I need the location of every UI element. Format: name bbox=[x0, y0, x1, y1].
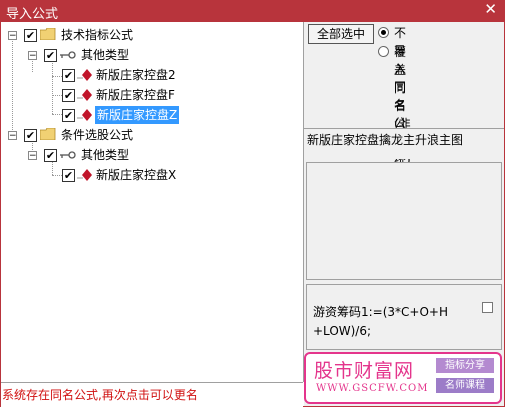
minus-expander-icon[interactable]: − bbox=[28, 151, 37, 161]
radio-dot[interactable] bbox=[378, 46, 389, 57]
formula-checkbox[interactable]: ✔ bbox=[62, 109, 75, 122]
formula-diamond-icon bbox=[77, 109, 92, 121]
tree-guide bbox=[12, 38, 13, 140]
formula-code: 游资筹码1:=(3*C+O+H +LOW)/6; bbox=[313, 303, 483, 341]
group-checkbox[interactable]: ✔ bbox=[24, 129, 37, 142]
type-checkbox[interactable]: ✔ bbox=[44, 49, 57, 62]
status-message: 系统存在同名公式,再次点击可以更名 bbox=[2, 388, 198, 402]
watermark-logo: 股市财富网 WWW.GSCFW.COM 指标分享 名师课程 bbox=[304, 352, 502, 404]
tree-node-formula[interactable]: ✔ 新版庄家控盘X bbox=[57, 166, 297, 184]
key-icon bbox=[60, 151, 76, 159]
options-panel: 全部选中 不导入同名公式 覆盖同名(非系统) 新版庄家控盘擒龙主升浪主图 游资筹… bbox=[304, 22, 504, 406]
tree-label: 条件选股公式 bbox=[61, 128, 134, 142]
tree-label: 其他类型 bbox=[81, 148, 130, 162]
tree-node-formula[interactable]: ✔ 新版庄家控盘2 bbox=[57, 66, 297, 84]
title-bar: 导入公式 ✕ bbox=[0, 0, 505, 22]
tree-label: 新版庄家控盘X bbox=[96, 168, 177, 182]
watermark-tag: 名师课程 bbox=[436, 378, 494, 393]
minus-expander-icon[interactable]: − bbox=[28, 51, 37, 61]
key-icon bbox=[60, 51, 76, 59]
formula-checkbox[interactable]: ✔ bbox=[62, 69, 75, 82]
tree-label: 技术指标公式 bbox=[61, 28, 134, 42]
code-line: 游资筹码1:=(3*C+O+H bbox=[313, 305, 449, 319]
watermark-brand: 股市财富网 bbox=[314, 360, 415, 382]
minus-expander-icon[interactable]: − bbox=[8, 31, 17, 41]
formula-checkbox[interactable]: ✔ bbox=[62, 89, 75, 102]
formula-code-area[interactable]: 游资筹码1:=(3*C+O+H +LOW)/6; bbox=[306, 284, 502, 350]
watermark-tag: 指标分享 bbox=[436, 358, 494, 373]
tree-label-selected: 新版庄家控盘Z bbox=[95, 106, 180, 124]
code-line: +LOW)/6; bbox=[313, 324, 372, 338]
formula-diamond-icon bbox=[77, 69, 92, 81]
formula-name-display: 新版庄家控盘擒龙主升浪主图 bbox=[304, 128, 504, 159]
window-title: 导入公式 bbox=[6, 7, 59, 22]
dialog-client: − ✔ 技术指标公式 − ✔ 其他类型 ✔ 新版庄家控盘2 ✔ 新版庄家控盘F … bbox=[1, 22, 504, 407]
description-area[interactable] bbox=[306, 162, 502, 280]
tree-node-type[interactable]: − ✔ 其他类型 bbox=[27, 146, 297, 164]
close-icon[interactable]: ✕ bbox=[484, 0, 497, 18]
tree-label: 其他类型 bbox=[81, 48, 130, 62]
type-checkbox[interactable]: ✔ bbox=[44, 149, 57, 162]
tree-node-type[interactable]: − ✔ 其他类型 bbox=[27, 46, 297, 64]
tree-node-group[interactable]: − ✔ 技术指标公式 bbox=[7, 26, 297, 44]
tree-label: 新版庄家控盘F bbox=[96, 88, 175, 102]
radio-dot[interactable] bbox=[378, 27, 389, 38]
minus-expander-icon[interactable]: − bbox=[8, 131, 17, 141]
tree-guide bbox=[52, 58, 53, 114]
tree-node-formula[interactable]: ✔ 新版庄家控盘F bbox=[57, 86, 297, 104]
watermark-url: WWW.GSCFW.COM bbox=[316, 383, 429, 394]
tree-label: 新版庄家控盘2 bbox=[96, 68, 176, 82]
code-checkbox[interactable] bbox=[482, 302, 493, 313]
group-checkbox[interactable]: ✔ bbox=[24, 29, 37, 42]
formula-tree[interactable]: − ✔ 技术指标公式 − ✔ 其他类型 ✔ 新版庄家控盘2 ✔ 新版庄家控盘F … bbox=[1, 22, 304, 382]
tree-node-formula-selected[interactable]: ✔ 新版庄家控盘Z bbox=[57, 106, 297, 124]
folder-icon bbox=[40, 28, 56, 40]
formula-checkbox[interactable]: ✔ bbox=[62, 169, 75, 182]
select-all-button[interactable]: 全部选中 bbox=[308, 24, 374, 44]
status-bar: 系统存在同名公式,再次点击可以更名 bbox=[1, 382, 303, 407]
formula-name: 新版庄家控盘擒龙主升浪主图 bbox=[307, 133, 464, 147]
formula-diamond-icon bbox=[77, 169, 92, 181]
folder-icon bbox=[40, 128, 56, 140]
tree-node-group[interactable]: − ✔ 条件选股公式 bbox=[7, 126, 297, 144]
formula-diamond-icon bbox=[77, 89, 92, 101]
